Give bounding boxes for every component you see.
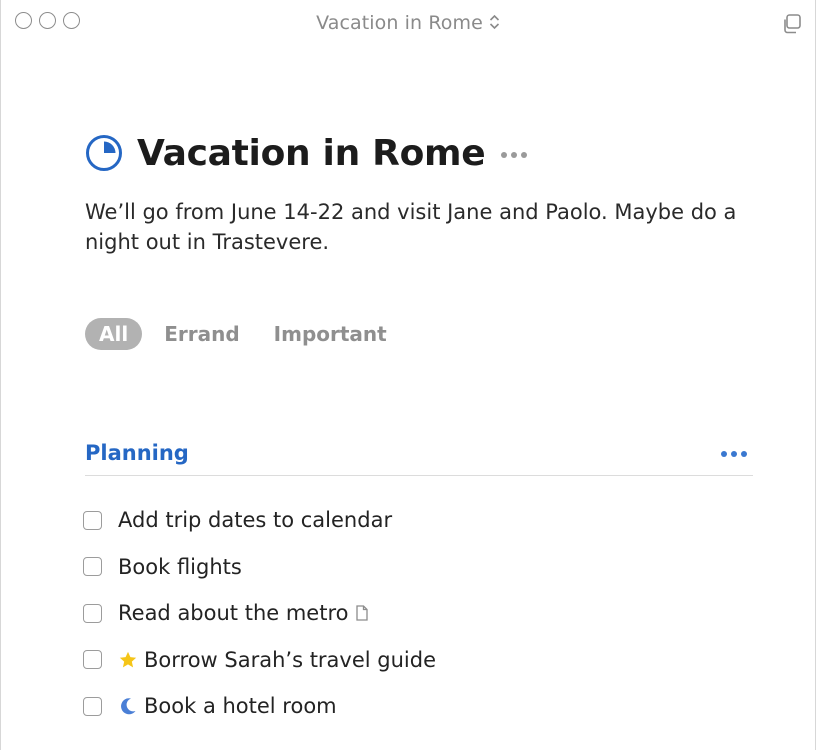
window-title: Vacation in Rome bbox=[316, 12, 483, 34]
todo-item[interactable]: Add trip dates to calendar bbox=[83, 497, 436, 544]
todo-label: Book a hotel room bbox=[144, 694, 337, 719]
todo-item[interactable]: Read about the metro bbox=[83, 590, 436, 637]
todo-label: Add trip dates to calendar bbox=[118, 508, 393, 533]
todo-checkbox[interactable] bbox=[83, 557, 102, 577]
todo-label: Borrow Sarah’s travel guide bbox=[144, 647, 437, 672]
more-icon[interactable] bbox=[721, 451, 747, 457]
todo-checkbox[interactable] bbox=[83, 650, 102, 670]
duplicate-window-icon[interactable] bbox=[781, 13, 803, 35]
todo-list: Add trip dates to calendar Book flights … bbox=[83, 497, 436, 730]
todo-checkbox[interactable] bbox=[83, 510, 102, 530]
section-title[interactable]: Planning bbox=[85, 441, 189, 465]
todo-item[interactable]: Book a hotel room bbox=[83, 683, 436, 730]
title-bar: Vacation in Rome bbox=[1, 0, 815, 48]
tag-filter-errand[interactable]: Errand bbox=[164, 322, 239, 346]
todo-item[interactable]: Book flights bbox=[83, 544, 436, 591]
app-window: Vacation in Rome Vacation in Rome We’ll … bbox=[0, 0, 816, 750]
tag-filter-all[interactable]: All bbox=[85, 318, 143, 350]
moon-icon bbox=[118, 696, 138, 716]
todo-checkbox[interactable] bbox=[83, 696, 102, 716]
more-icon[interactable] bbox=[501, 148, 528, 158]
todo-label: Book flights bbox=[118, 554, 242, 579]
project-title[interactable]: Vacation in Rome bbox=[137, 133, 486, 174]
tag-filter-bar: All Errand Important bbox=[85, 318, 421, 350]
tag-filter-important[interactable]: Important bbox=[274, 322, 387, 346]
todo-label: Read about the metro bbox=[118, 601, 349, 626]
todo-checkbox[interactable] bbox=[83, 603, 102, 623]
note-icon bbox=[356, 605, 369, 621]
todo-item[interactable]: Borrow Sarah’s travel guide bbox=[83, 637, 436, 684]
window-title-switcher[interactable]: Vacation in Rome bbox=[1, 12, 815, 35]
pie-progress-icon[interactable] bbox=[85, 134, 123, 172]
up-down-chevron-icon bbox=[489, 13, 500, 35]
section-header: Planning bbox=[85, 437, 753, 476]
project-heading: Vacation in Rome bbox=[85, 130, 528, 176]
star-icon bbox=[118, 650, 138, 670]
project-notes[interactable]: We’ll go from June 14-22 and visit Jane … bbox=[85, 197, 745, 257]
